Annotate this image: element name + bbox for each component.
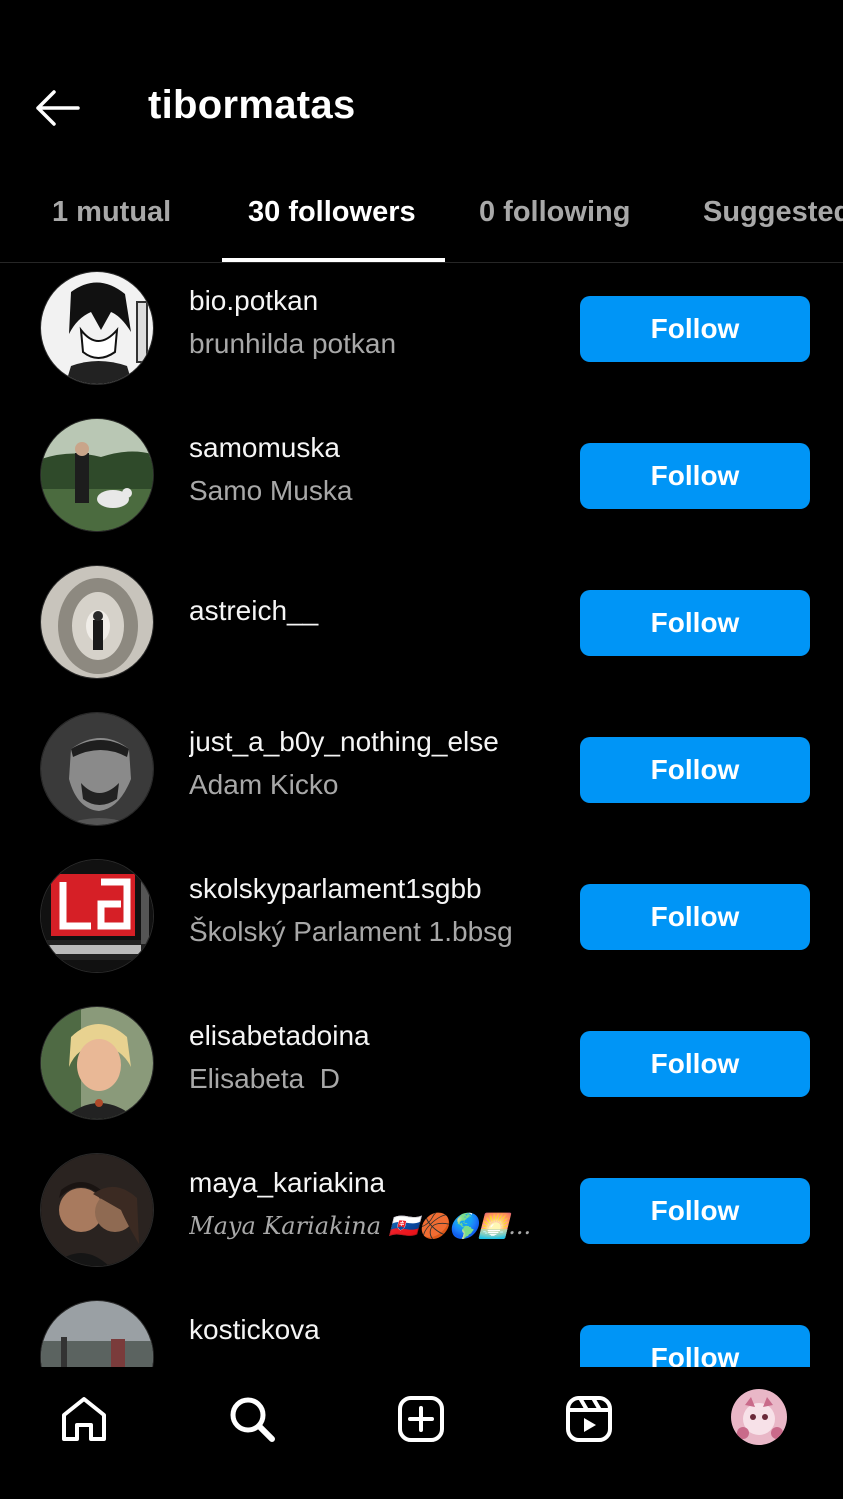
page-title: tibormatas <box>148 83 356 127</box>
full-name: Elisabeta D <box>189 1063 340 1094</box>
username[interactable]: bio.potkan <box>189 283 559 319</box>
follow-button[interactable]: Follow <box>580 443 810 509</box>
username[interactable]: astreich__ <box>189 593 559 629</box>
home-icon <box>62 1397 106 1441</box>
avatar[interactable] <box>40 1300 154 1367</box>
nav-home[interactable] <box>54 1389 114 1449</box>
avatar[interactable] <box>40 565 154 679</box>
full-name: Školský Parlament 1.bbsg <box>189 916 513 947</box>
full-name: Maya Kariakina 🇸🇰🏀🌎🌅... <box>189 1212 532 1240</box>
username[interactable]: skolskyparlament1sgbb <box>189 871 559 907</box>
full-name: Samo Muska <box>189 475 353 506</box>
follow-button[interactable]: Follow <box>580 296 810 362</box>
follow-button[interactable]: Follow <box>580 737 810 803</box>
username[interactable]: just_a_b0y_nothing_else <box>189 724 559 760</box>
avatar[interactable] <box>40 859 154 973</box>
follow-tabs: 1 mutual 30 followers 0 following Sugges… <box>0 170 843 263</box>
active-tab-indicator <box>222 258 445 262</box>
follow-button[interactable]: Follow <box>580 884 810 950</box>
profile-avatar[interactable] <box>731 1389 787 1445</box>
username[interactable]: maya_kariakina <box>189 1165 559 1201</box>
avatar[interactable] <box>40 418 154 532</box>
follow-button[interactable]: Follow <box>580 1178 810 1244</box>
avatar[interactable] <box>40 271 154 385</box>
reels-icon <box>566 1396 612 1442</box>
list-item[interactable]: kostickova Follow <box>0 1292 843 1367</box>
search-icon <box>230 1397 275 1442</box>
list-item[interactable]: astreich__ Follow <box>0 557 843 704</box>
list-item[interactable]: skolskyparlament1sgbb Školský Parlament … <box>0 851 843 998</box>
username[interactable]: samomuska <box>189 430 559 466</box>
top-bar: tibormatas <box>0 0 843 170</box>
list-item[interactable]: elisabetadoina Elisabeta D Follow <box>0 998 843 1145</box>
nav-search[interactable] <box>222 1389 282 1449</box>
avatar[interactable] <box>40 712 154 826</box>
follow-button[interactable]: Follow <box>580 1325 810 1367</box>
tab-suggested[interactable]: Suggested <box>703 170 843 262</box>
arrow-left-icon <box>36 90 80 126</box>
bottom-navigation <box>0 1367 843 1499</box>
list-item[interactable]: just_a_b0y_nothing_else Adam Kicko Follo… <box>0 704 843 851</box>
follow-button[interactable]: Follow <box>580 590 810 656</box>
follow-button[interactable]: Follow <box>580 1031 810 1097</box>
followers-list[interactable]: bio.potkan brunhilda potkan Follow samom… <box>0 263 843 1367</box>
full-name: Adam Kicko <box>189 769 339 800</box>
tab-followers[interactable]: 30 followers <box>248 170 416 262</box>
new-post-icon <box>398 1396 444 1442</box>
avatar[interactable] <box>40 1153 154 1267</box>
full-name: brunhilda potkan <box>189 328 397 359</box>
list-item[interactable]: samomuska Samo Muska Follow <box>0 410 843 557</box>
list-item[interactable]: bio.potkan brunhilda potkan Follow <box>0 263 843 410</box>
username[interactable]: elisabetadoina <box>189 1018 559 1054</box>
nav-new-post[interactable] <box>391 1389 451 1449</box>
avatar[interactable] <box>40 1006 154 1120</box>
username[interactable]: kostickova <box>189 1312 559 1348</box>
back-button[interactable] <box>30 84 84 132</box>
list-item[interactable]: maya_kariakina Maya Kariakina 🇸🇰🏀🌎🌅... F… <box>0 1145 843 1292</box>
tab-mutual[interactable]: 1 mutual <box>52 170 171 262</box>
nav-reels[interactable] <box>559 1389 619 1449</box>
tab-following[interactable]: 0 following <box>479 170 630 262</box>
